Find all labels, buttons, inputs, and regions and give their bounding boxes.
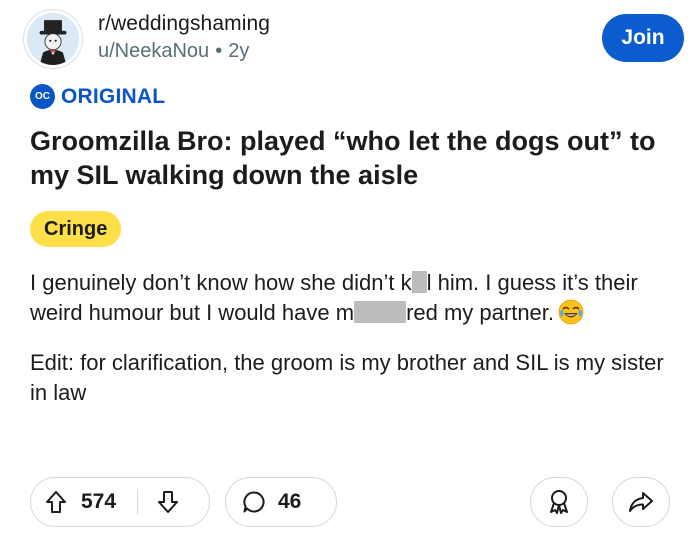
- oc-flair: OC ORIGINAL: [30, 84, 165, 109]
- meta-separator: •: [215, 40, 223, 62]
- subreddit-name[interactable]: r/weddingshaming: [98, 12, 270, 36]
- body-text-part: red my partner.: [406, 300, 555, 325]
- censor-block: [354, 301, 407, 323]
- vote-divider: [137, 489, 138, 515]
- post-flair[interactable]: Cringe: [30, 211, 122, 247]
- body-paragraph-edit: Edit: for clarification, the groom is my…: [30, 350, 664, 405]
- author-name[interactable]: u/NeekaNou: [98, 40, 209, 62]
- body-paragraph: I genuinely don’t know how she didn’t kl…: [30, 268, 670, 328]
- vote-control: 574: [30, 477, 210, 527]
- comment-bubble-icon: [242, 490, 266, 514]
- join-button[interactable]: Join: [602, 14, 684, 62]
- share-button[interactable]: [612, 477, 670, 527]
- oc-label: ORIGINAL: [61, 84, 166, 108]
- comments-button[interactable]: 46: [225, 477, 337, 527]
- post-header: r/weddingshaming u/NeekaNou • 2y Join: [24, 6, 684, 70]
- downvote-arrow-icon[interactable]: [148, 477, 188, 527]
- post-actions: 574 46: [30, 477, 670, 527]
- share-arrow-icon: [629, 492, 653, 512]
- censor-block: [411, 271, 427, 293]
- post-title[interactable]: Groomzilla Bro: played “who let the dogs…: [30, 124, 670, 192]
- post-meta: u/NeekaNou • 2y: [98, 40, 249, 63]
- post-body: I genuinely don’t know how she didn’t kl…: [30, 268, 670, 408]
- tears-of-joy-emoji-icon: [558, 299, 584, 325]
- comment-count: 46: [278, 490, 302, 513]
- body-text-part: I genuinely don’t know how she didn’t k: [30, 270, 412, 295]
- subreddit-avatar-icon[interactable]: [24, 10, 82, 68]
- upvote-arrow-icon[interactable]: [31, 477, 81, 527]
- post-age: 2y: [228, 40, 250, 62]
- upvote-count: 574: [81, 490, 117, 513]
- award-ribbon-icon: [550, 490, 568, 514]
- oc-badge-icon: OC: [30, 84, 55, 109]
- award-button[interactable]: [530, 477, 588, 527]
